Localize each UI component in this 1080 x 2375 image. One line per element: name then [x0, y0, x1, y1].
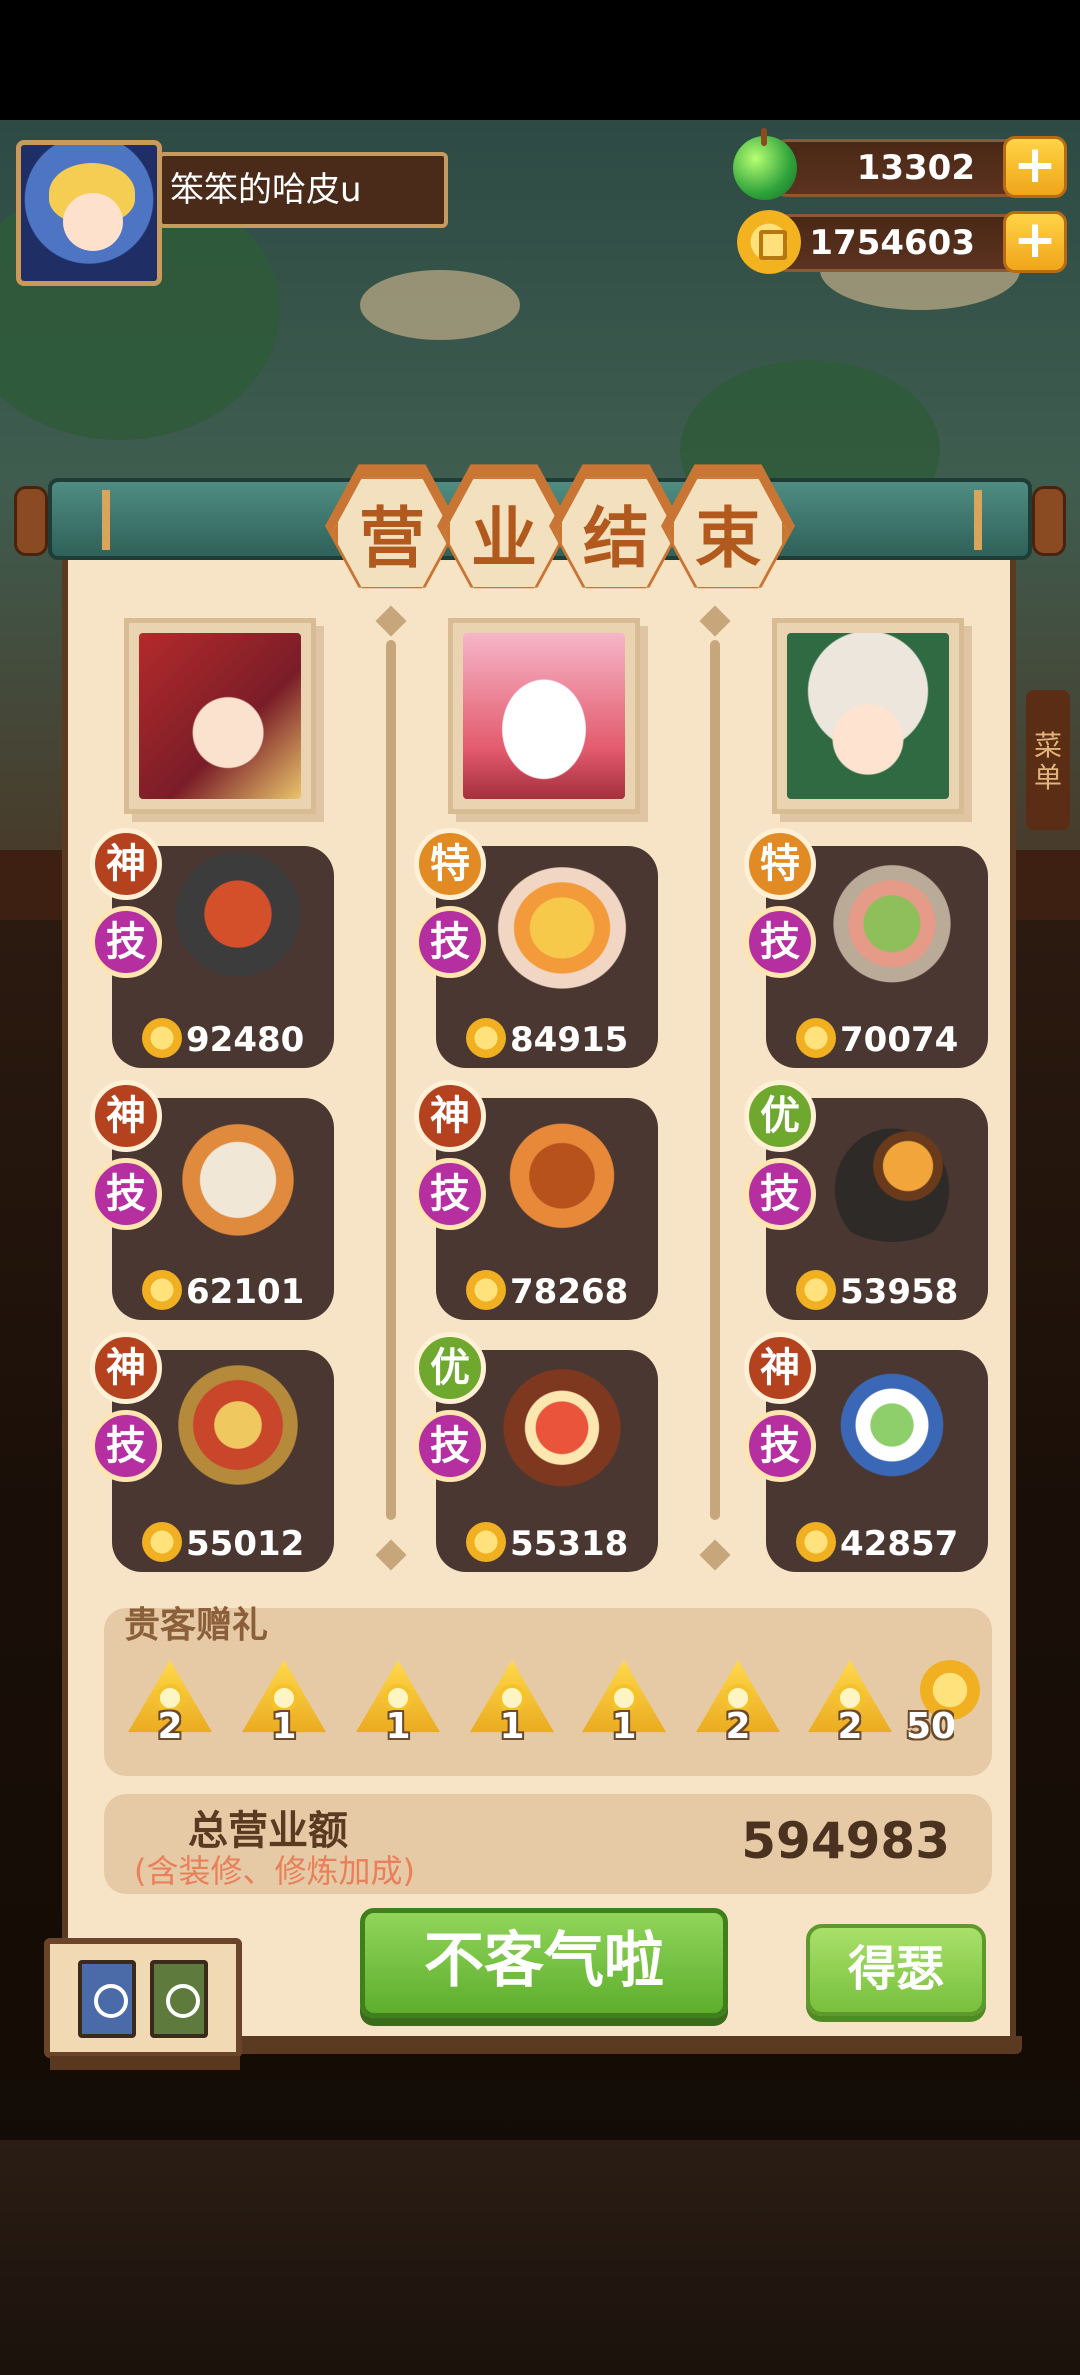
bento-box-dish-icon — [482, 1356, 642, 1494]
chef-portrait[interactable] — [124, 618, 316, 814]
dish-score: 53958 — [840, 1272, 959, 1312]
scroll-end-left — [14, 486, 48, 556]
coin-icon — [737, 210, 801, 274]
grade-badge: 特 — [744, 828, 816, 900]
grade-badge: 特 — [414, 828, 486, 900]
soup-urn-dish-icon — [482, 1104, 642, 1242]
player-avatar[interactable] — [16, 140, 162, 286]
gift-item[interactable]: 1 — [470, 1660, 554, 1747]
gift-count: 2 — [157, 1706, 183, 1747]
add-gems-button[interactable]: + — [1003, 136, 1067, 198]
dish-score: 84915 — [510, 1020, 629, 1060]
burger-platter-dish-icon — [812, 1104, 972, 1242]
column-divider — [386, 640, 396, 1520]
chef-portrait[interactable] — [772, 618, 964, 814]
omelette-plate-dish-icon — [482, 852, 642, 990]
cat-bowl-dish-icon — [158, 1104, 318, 1242]
blue-slot-icon[interactable] — [78, 1960, 136, 2038]
gift-count: 2 — [837, 1706, 863, 1747]
add-coins-button[interactable]: + — [1003, 211, 1067, 273]
gift-count: 1 — [271, 1706, 297, 1747]
gift-count: 2 — [725, 1706, 751, 1747]
porcelain-bowl-dish-icon — [812, 1356, 972, 1494]
grade-badge: 优 — [414, 1332, 486, 1404]
green-slot-icon[interactable] — [150, 1960, 208, 2038]
gift-count: 1 — [385, 1706, 411, 1747]
gift-item[interactable]: 1 — [582, 1660, 666, 1747]
skill-badge: 技 — [414, 906, 486, 978]
top-black-bar — [0, 0, 1080, 120]
widget-stand — [50, 2056, 240, 2070]
skill-badge: 技 — [90, 906, 162, 978]
grade-badge: 神 — [90, 828, 162, 900]
skill-badge: 技 — [90, 1158, 162, 1230]
grade-badge: 神 — [744, 1332, 816, 1404]
gift-item[interactable]: 2 — [128, 1660, 212, 1747]
bottom-wood-band — [0, 2140, 1080, 2375]
drumstick-salad-dish-icon — [812, 852, 972, 990]
total-revenue-value: 594983 — [741, 1812, 950, 1870]
dish-score: 92480 — [186, 1020, 305, 1060]
scroll-end-right — [1032, 486, 1066, 556]
switch-panel-widget[interactable] — [44, 1938, 242, 2058]
gift-coin-count: 50 — [906, 1706, 954, 1747]
gift-count: 1 — [611, 1706, 637, 1747]
dish-score: 42857 — [840, 1524, 959, 1564]
gift-item[interactable]: 2 — [696, 1660, 780, 1747]
skill-badge: 技 — [414, 1158, 486, 1230]
hello-kitty-portrait — [463, 633, 625, 799]
skill-badge: 技 — [744, 1158, 816, 1230]
grade-badge: 优 — [744, 1080, 816, 1152]
gift-count: 1 — [499, 1706, 525, 1747]
guest-gifts-title: 贵客赠礼 — [124, 1605, 269, 1646]
dish-score: 55318 — [510, 1524, 629, 1564]
red-hair-girl-portrait — [139, 633, 301, 799]
dish-score: 70074 — [840, 1020, 959, 1060]
skill-badge: 技 — [744, 1410, 816, 1482]
dish-score: 55012 — [186, 1524, 305, 1564]
gift-item[interactable]: 2 — [808, 1660, 892, 1747]
grade-badge: 神 — [90, 1080, 162, 1152]
avatar-face — [63, 193, 123, 251]
skill-badge: 技 — [414, 1410, 486, 1482]
scroll-strip — [102, 490, 110, 550]
confirm-button[interactable]: 不客气啦 — [360, 1908, 728, 2018]
green-gem-icon — [733, 128, 797, 200]
skill-badge: 技 — [744, 906, 816, 978]
cloud-decoration — [360, 270, 520, 340]
grade-badge: 神 — [414, 1080, 486, 1152]
gift-item[interactable]: 1 — [242, 1660, 326, 1747]
player-name: 笨笨的哈皮u — [158, 152, 448, 228]
chef-portrait[interactable] — [448, 618, 640, 814]
show-off-button[interactable]: 得瑟 — [806, 1924, 986, 2016]
dish-score: 62101 — [186, 1272, 305, 1312]
column-divider — [710, 640, 720, 1520]
total-revenue-note: (含装修、修炼加成) — [134, 1852, 415, 1890]
menu-side-tag[interactable]: 菜单 — [1026, 690, 1070, 830]
hotpot-dish-icon — [158, 1356, 318, 1494]
grade-badge: 神 — [90, 1332, 162, 1404]
gift-item[interactable]: 1 — [356, 1660, 440, 1747]
white-hair-boy-portrait — [787, 633, 949, 799]
skill-badge: 技 — [90, 1410, 162, 1482]
roast-duck-dish-icon — [158, 852, 318, 990]
dish-score: 78268 — [510, 1272, 629, 1312]
scroll-strip — [974, 490, 982, 550]
